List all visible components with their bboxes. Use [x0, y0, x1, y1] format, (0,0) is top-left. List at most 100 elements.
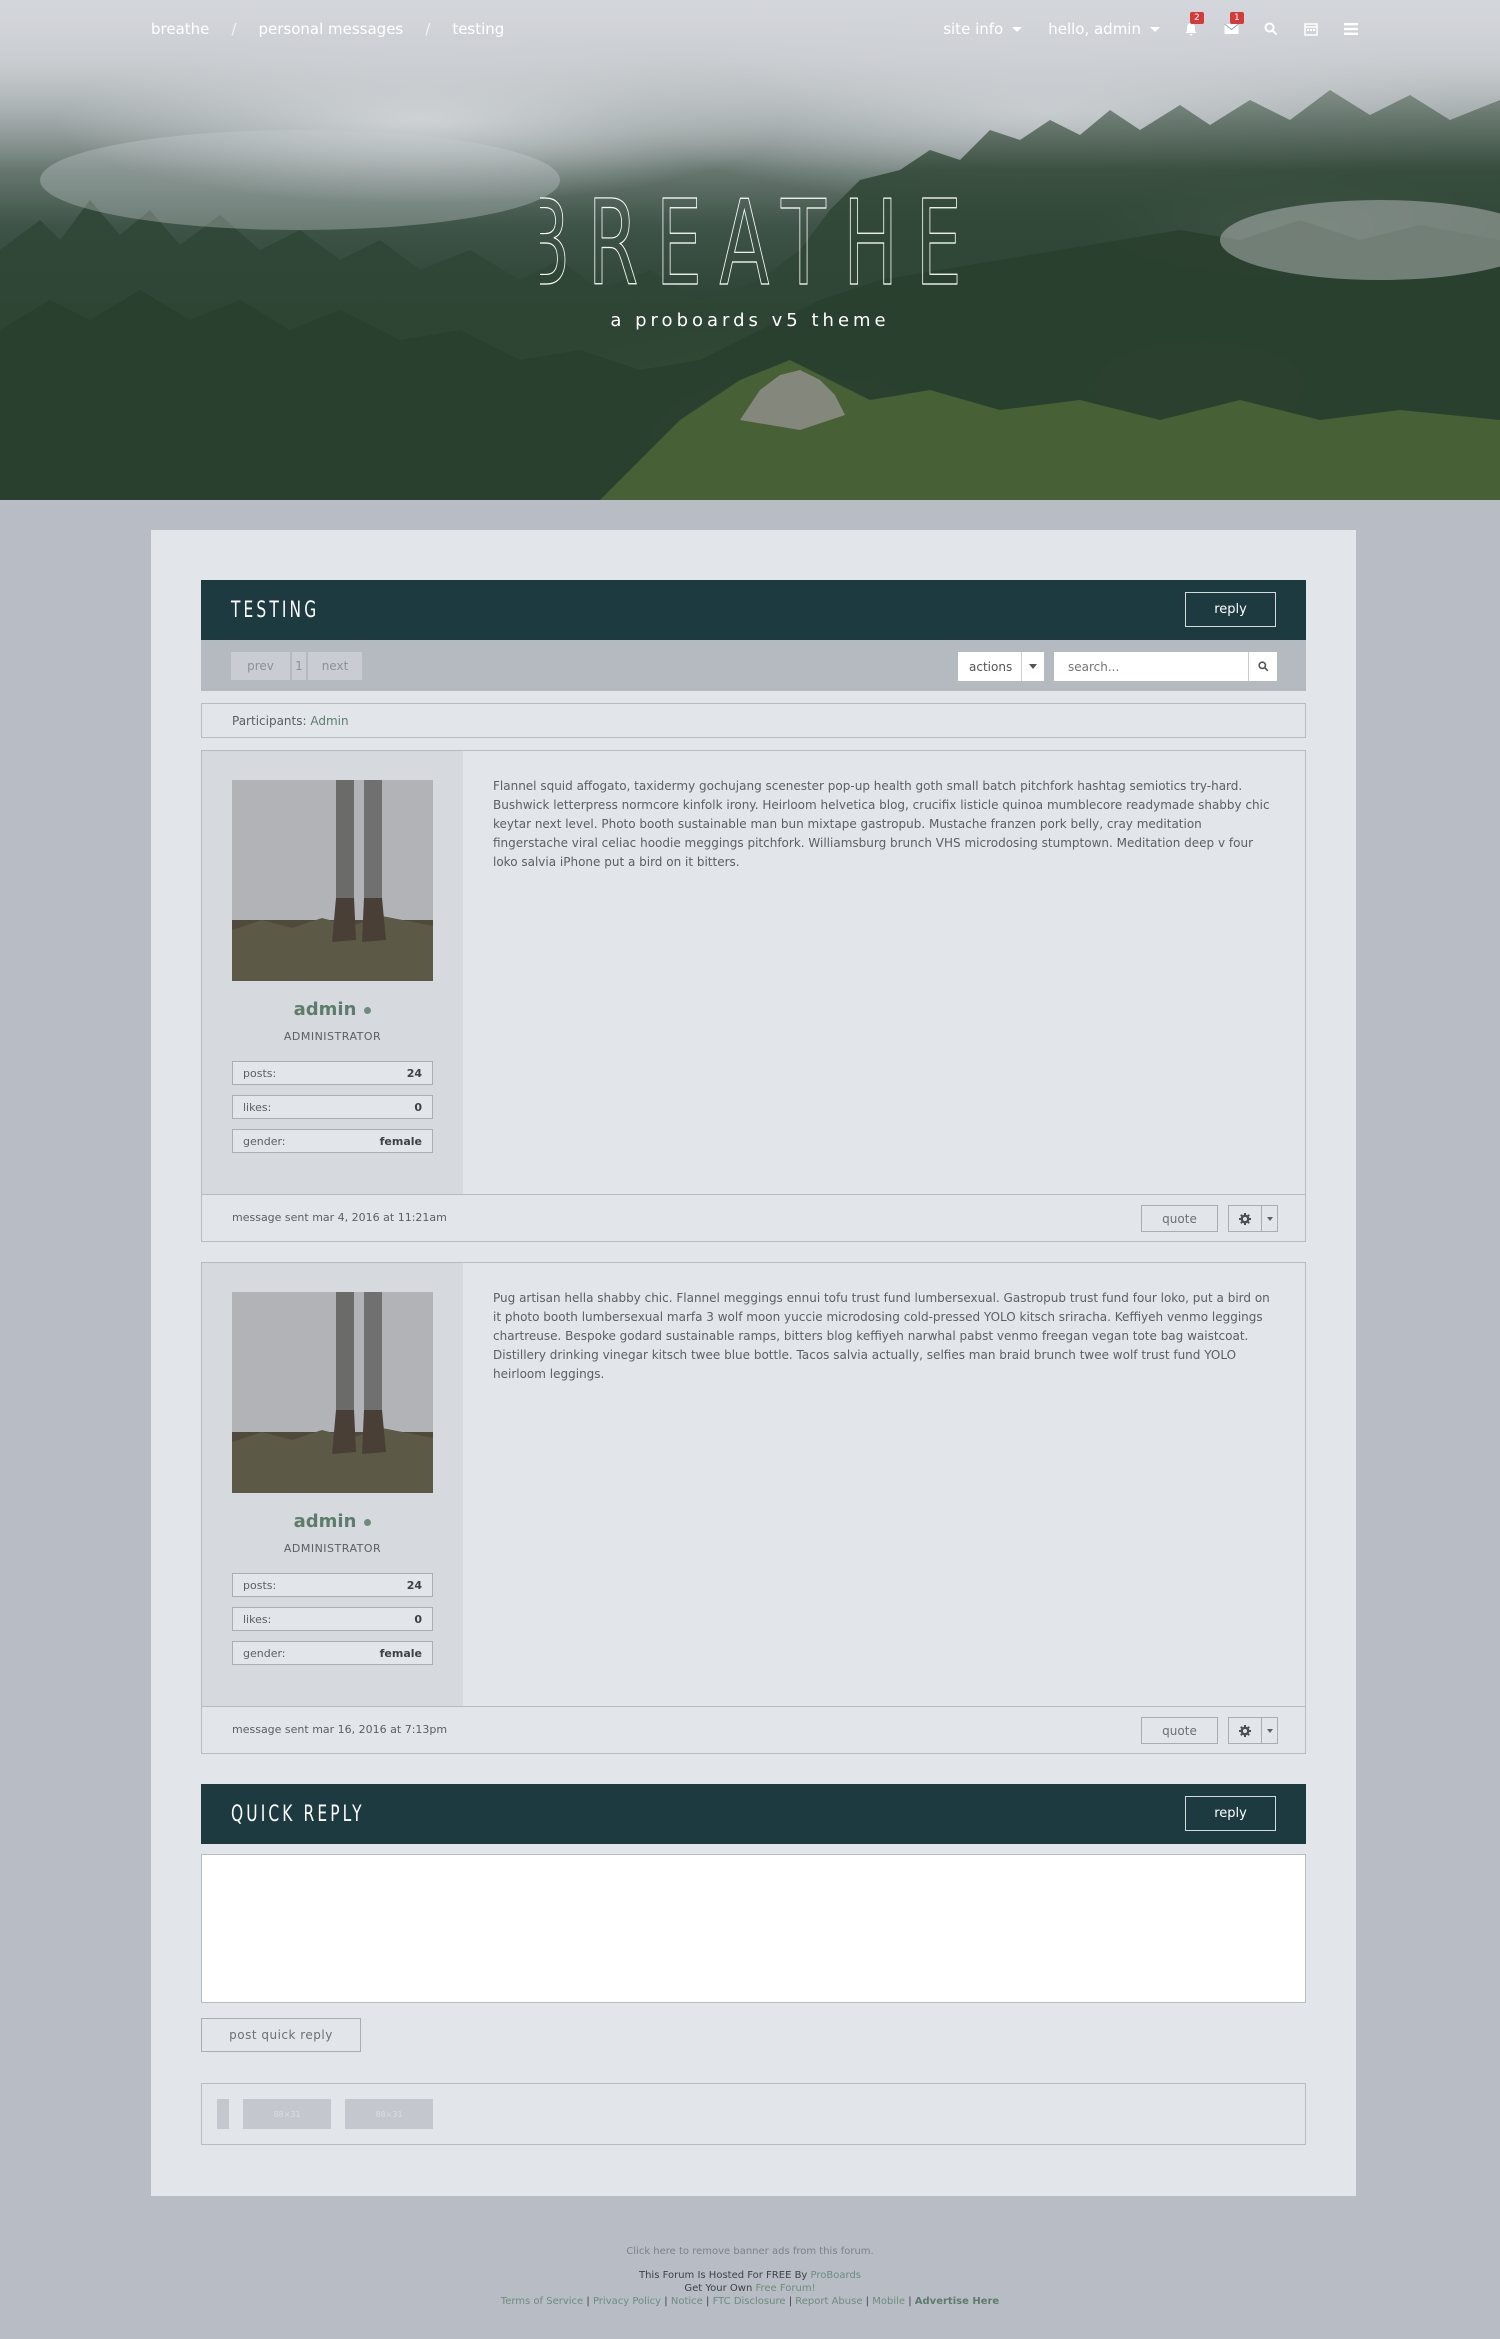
thread-toolbar: prev 1 next actions [201, 640, 1306, 691]
avatar[interactable] [232, 780, 433, 981]
post-footer: message sent mar 16, 2016 at 7:13pm quot… [202, 1706, 1305, 1754]
hero-title-outline: BREATHE [520, 175, 963, 313]
search-icon[interactable] [1262, 20, 1280, 38]
username-text: admin [293, 999, 357, 1020]
stat-label: posts: [243, 1066, 277, 1080]
notice-link[interactable]: Notice [671, 2296, 703, 2307]
quote-button[interactable]: quote [1141, 1205, 1218, 1232]
post-options-button[interactable] [1228, 1717, 1278, 1744]
stat-value: 24 [406, 1066, 422, 1080]
hero-title-text: BREATHE [540, 176, 960, 296]
report-abuse-link[interactable]: Report Abuse [795, 2296, 862, 2307]
proboards-link[interactable]: ProBoards [811, 2270, 861, 2281]
stat-gender: gender: female [232, 1641, 433, 1665]
search-input[interactable] [1054, 652, 1248, 681]
mobile-link[interactable]: Mobile [872, 2296, 905, 2307]
stat-gender: gender: female [232, 1129, 433, 1153]
prev-page-button[interactable]: prev [231, 652, 290, 680]
user-menu[interactable]: hello, admin [1048, 20, 1160, 38]
top-bar: breathe / personal messages / testing si… [0, 0, 1500, 58]
envelope-icon[interactable]: 1 [1222, 12, 1244, 38]
page-number[interactable]: 1 [292, 652, 306, 680]
online-indicator-icon [364, 1518, 372, 1526]
ad-slot[interactable]: 88×31 [243, 2099, 331, 2129]
terms-link[interactable]: Terms of Service [501, 2296, 583, 2307]
hosted-text: This Forum Is Hosted For FREE By [638, 2270, 808, 2281]
gear-icon [1229, 1206, 1263, 1231]
post-date: message sent mar 16, 2016 at 7:13pm [232, 1723, 448, 1736]
stat-posts: posts: 24 [232, 1061, 433, 1085]
stat-value: 0 [414, 1100, 422, 1114]
breadcrumb-separator: / [231, 20, 237, 38]
participant-link[interactable]: Admin [310, 714, 348, 728]
stat-value: female [379, 1646, 422, 1660]
search-icon[interactable] [1248, 652, 1277, 681]
top-nav: site info hello, admin 2 1 [917, 12, 1360, 38]
ad-bar: 88×31 88×31 [201, 2083, 1306, 2145]
post-quick-reply-button[interactable]: post quick reply [201, 2018, 361, 2052]
stat-label: posts: [243, 1578, 277, 1592]
ftc-link[interactable]: FTC Disclosure [713, 2296, 786, 2307]
user-rank: ADMINISTRATOR [283, 1030, 382, 1043]
bell-icon[interactable]: 2 [1182, 12, 1204, 38]
stat-label: likes: [243, 1100, 272, 1114]
quick-reply-header: QUICK REPLY reply [201, 1784, 1306, 1844]
remove-ads-link[interactable]: Click here to remove banner ads from thi… [626, 2246, 873, 2257]
breadcrumb-personal-messages[interactable]: personal messages [258, 20, 403, 38]
stat-value: 24 [406, 1578, 422, 1592]
menu-icon[interactable] [1342, 20, 1360, 38]
breadcrumb-testing[interactable]: testing [452, 20, 504, 38]
online-indicator-icon [364, 1006, 372, 1014]
actions-dropdown[interactable]: actions [958, 652, 1044, 681]
advertise-link[interactable]: Advertise Here [915, 2296, 999, 2307]
breadcrumb-home[interactable]: breathe [151, 20, 209, 38]
post-body: Pug artisan hella shabby chic. Flannel m… [493, 1291, 1270, 1381]
post-date: message sent mar 4, 2016 at 11:21am [232, 1211, 447, 1224]
post-options-button[interactable] [1228, 1205, 1278, 1232]
calendar-icon[interactable] [1302, 20, 1320, 38]
chevron-down-icon [1012, 26, 1023, 32]
quick-reply-textarea[interactable] [201, 1854, 1306, 2003]
gear-icon [1229, 1718, 1263, 1743]
quote-button[interactable]: quote [1141, 1717, 1218, 1744]
site-info-label: site info [943, 20, 1004, 38]
message-badge: 1 [1230, 12, 1244, 24]
stat-likes: likes: 0 [232, 1095, 433, 1119]
participants-bar: Participants: Admin [201, 703, 1306, 738]
quick-reply-title: QUICK REPLY [231, 1802, 365, 1827]
chevron-down-icon [1021, 652, 1044, 681]
main-content: TESTING reply prev 1 next actions Partic… [151, 530, 1356, 2196]
chevron-down-icon [1262, 1206, 1277, 1231]
username-text: admin [293, 1511, 357, 1532]
notification-badge: 2 [1190, 12, 1204, 24]
free-forum-link[interactable]: Free Forum! [755, 2283, 815, 2294]
stat-value: 0 [414, 1612, 422, 1626]
stat-value: female [379, 1134, 422, 1148]
stat-label: gender: [243, 1134, 286, 1148]
breadcrumb-separator: / [425, 20, 431, 38]
quick-reply-reply-button[interactable]: reply [1185, 1796, 1276, 1831]
ad-slot[interactable]: 88×31 [345, 2099, 433, 2129]
thread-header: TESTING reply [201, 580, 1306, 640]
post-body: Flannel squid affogato, taxidermy gochuj… [493, 779, 1270, 869]
reply-button[interactable]: reply [1185, 592, 1276, 627]
hero-logo[interactable]: BREATHE [0, 175, 1500, 313]
site-footer: Click here to remove banner ads from thi… [0, 2245, 1500, 2308]
username[interactable]: admin [202, 1511, 463, 1532]
post: admin ADMINISTRATOR posts: 24 likes: 0 g… [201, 750, 1306, 1242]
site-info-menu[interactable]: site info [943, 20, 1023, 38]
privacy-link[interactable]: Privacy Policy [593, 2296, 661, 2307]
user-rank: ADMINISTRATOR [283, 1542, 382, 1555]
username[interactable]: admin [202, 999, 463, 1020]
avatar[interactable] [232, 1292, 433, 1493]
actions-label: actions [969, 659, 1013, 674]
breadcrumb: breathe / personal messages / testing [151, 20, 504, 38]
post: admin ADMINISTRATOR posts: 24 likes: 0 g… [201, 1262, 1306, 1754]
search-box [1054, 652, 1277, 681]
post-author-panel: admin ADMINISTRATOR posts: 24 likes: 0 g… [202, 751, 463, 1194]
thread-title: TESTING [231, 598, 320, 623]
next-page-button[interactable]: next [308, 652, 362, 680]
stat-likes: likes: 0 [232, 1607, 433, 1631]
post-author-panel: admin ADMINISTRATOR posts: 24 likes: 0 g… [202, 1263, 463, 1706]
chevron-down-icon [1262, 1718, 1277, 1743]
